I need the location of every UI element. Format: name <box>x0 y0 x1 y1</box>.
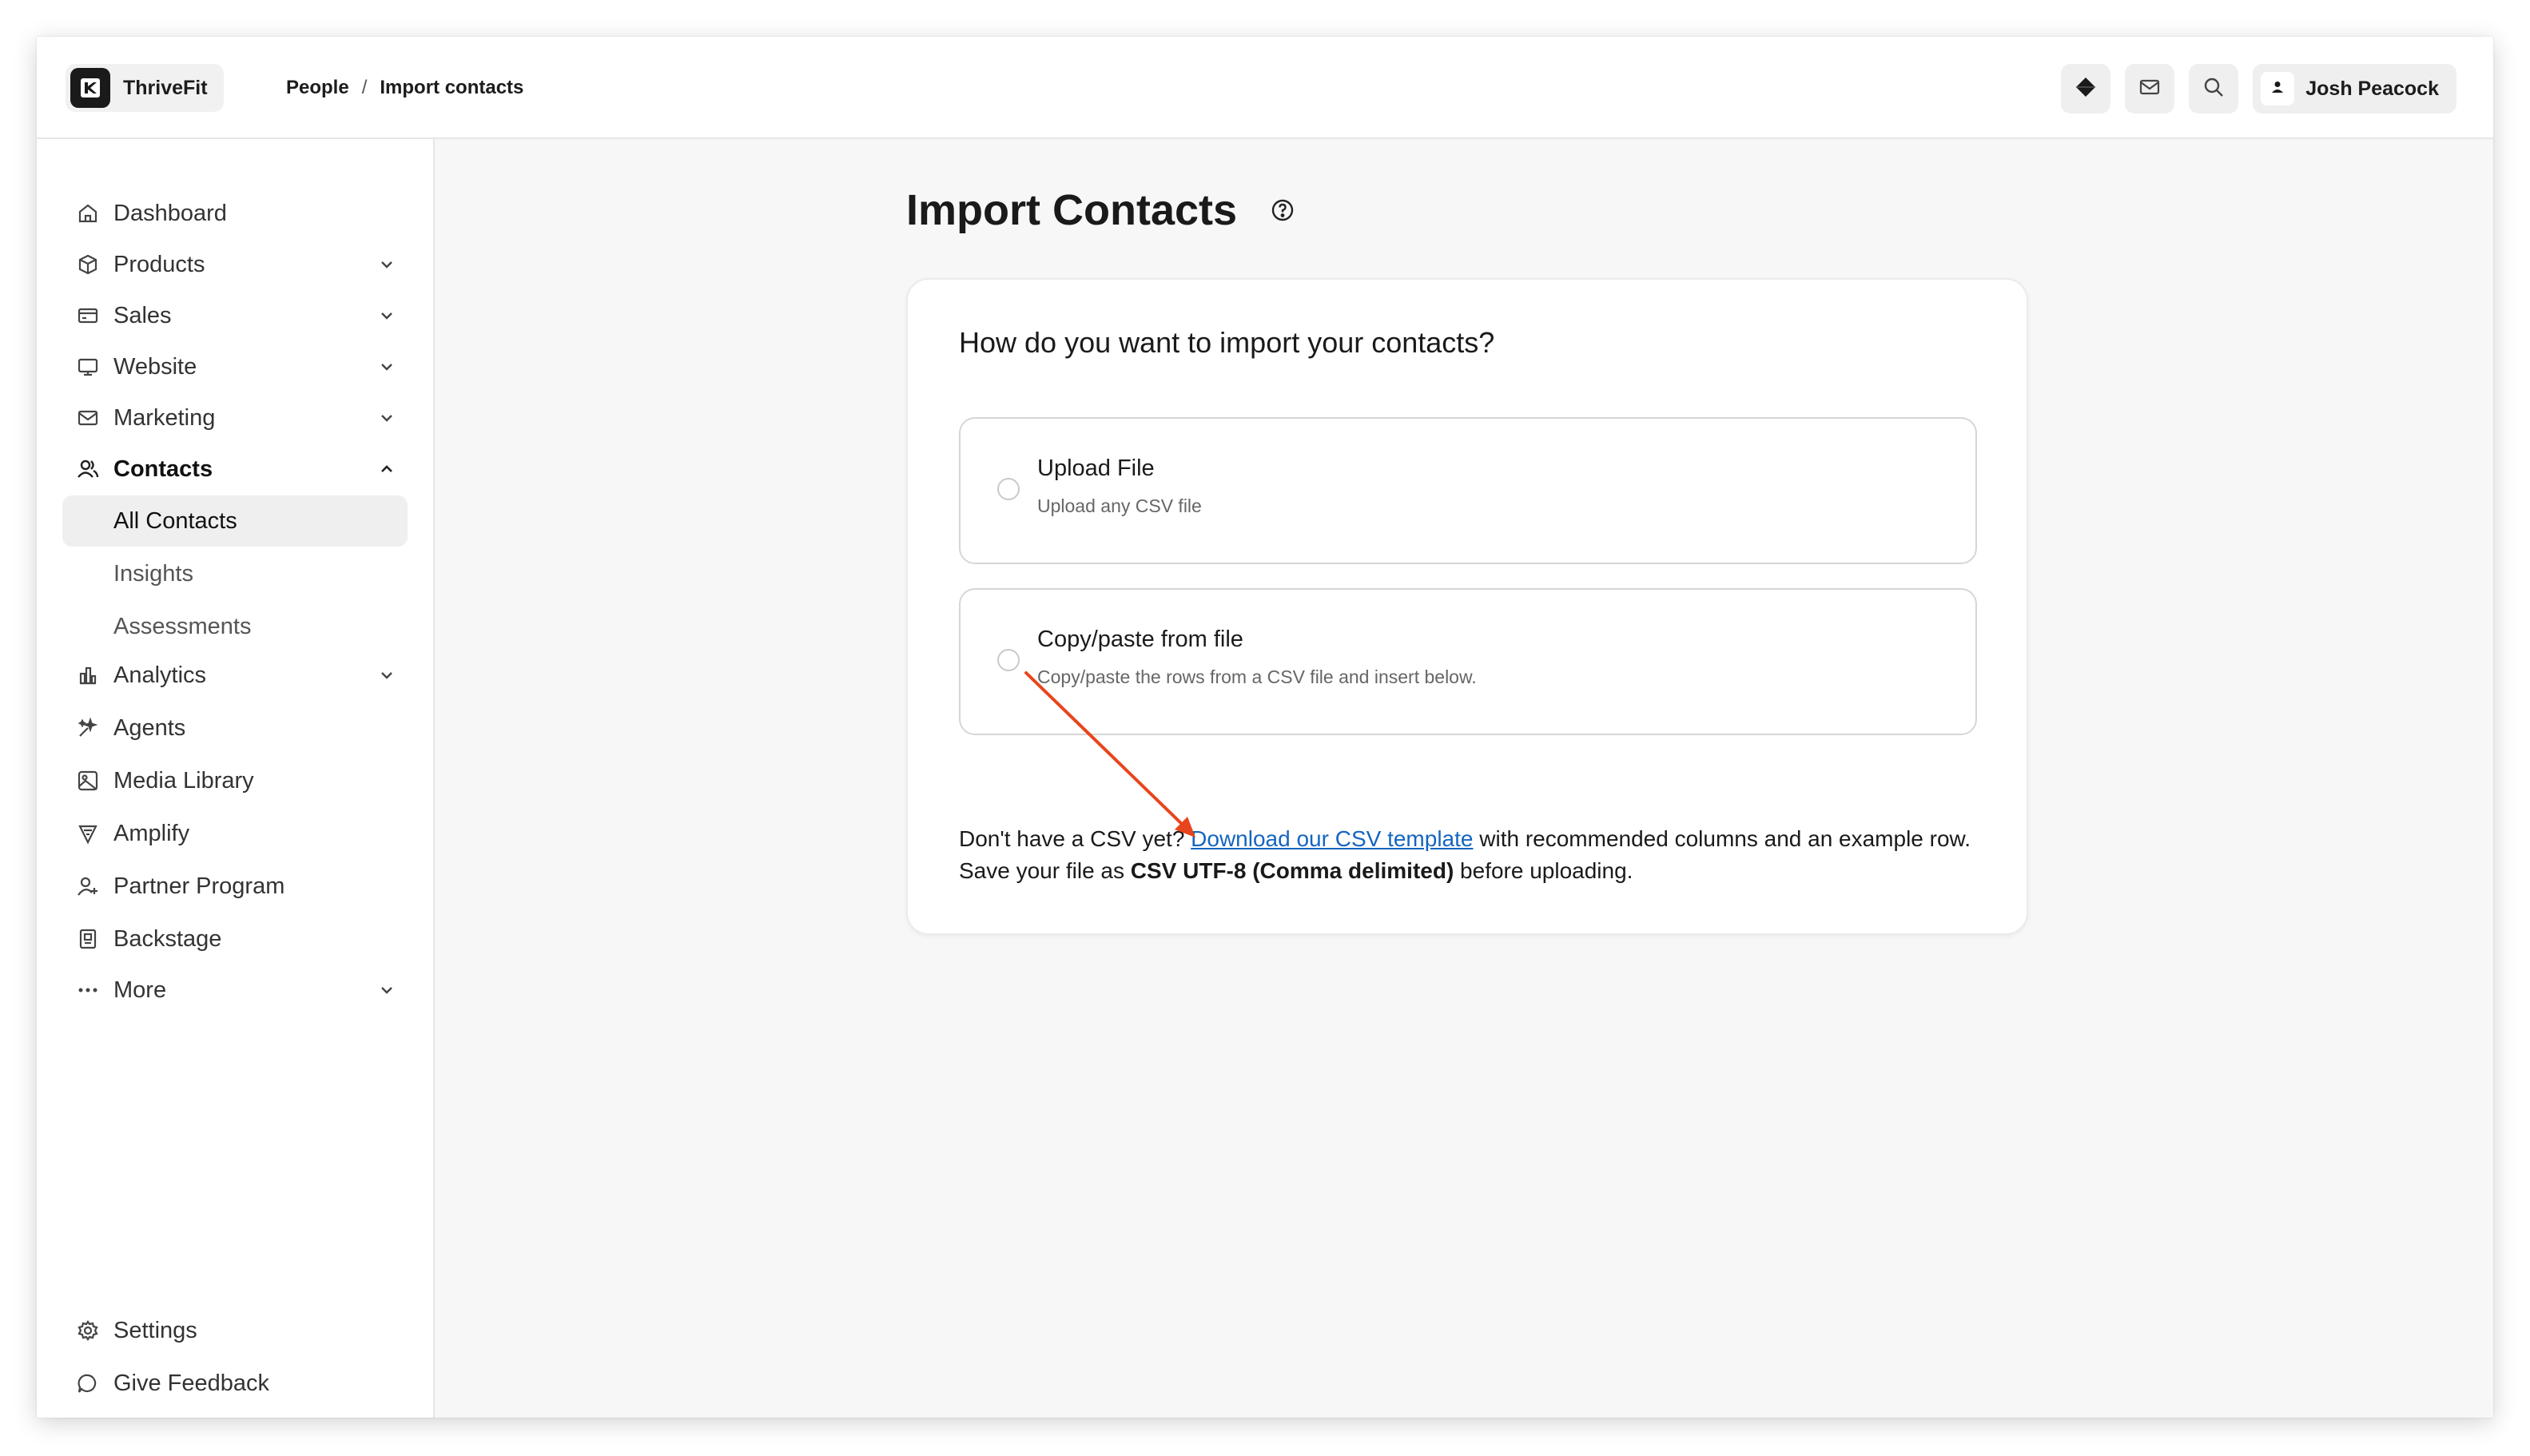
sidebar-item-label: Agents <box>113 714 186 741</box>
option-title: Copy/paste from file <box>1037 627 1243 652</box>
sidebar: Dashboard Products Sales Website Marketi… <box>37 139 435 1418</box>
sidebar-item-label: Analytics <box>113 662 207 688</box>
help-circle-icon[interactable] <box>1269 197 1296 224</box>
sidebar-item-label: Amplify <box>113 820 190 846</box>
help-suffix: before uploading. <box>1454 858 1633 883</box>
brand-name: ThriveFit <box>123 76 208 99</box>
sidebar-subitem-label: All Contacts <box>113 507 237 534</box>
mail-icon <box>75 405 101 431</box>
sidebar-item-label: Partner Program <box>113 873 285 899</box>
chevron-up-icon[interactable] <box>376 458 398 480</box>
card-icon <box>75 303 101 328</box>
sidebar-item-give-feedback[interactable]: Give Feedback <box>62 1359 408 1408</box>
sidebar-subitem-label: Insights <box>113 560 193 587</box>
user-plus-icon <box>75 873 101 899</box>
page-title-text: Import Contacts <box>906 186 1238 234</box>
sidebar-item-partner-program[interactable]: Partner Program <box>62 861 408 911</box>
sidebar-item-agents[interactable]: Agents <box>62 703 408 753</box>
sidebar-item-website[interactable]: Website <box>62 342 408 392</box>
gear-icon <box>75 1318 101 1343</box>
chevron-down-icon[interactable] <box>376 304 398 327</box>
sidebar-item-backstage[interactable]: Backstage <box>62 914 408 964</box>
sidebar-item-sales[interactable]: Sales <box>62 291 408 340</box>
sidebar-item-label: Dashboard <box>113 200 227 226</box>
chevron-down-icon[interactable] <box>376 407 398 429</box>
user-name: Josh Peacock <box>2305 77 2439 100</box>
sidebar-item-label: Website <box>113 353 197 380</box>
option-title: Upload File <box>1037 455 1155 481</box>
workspace-switcher[interactable]: ThriveFit <box>66 64 224 112</box>
chat-bubble-icon <box>75 1370 101 1396</box>
chevron-down-icon[interactable] <box>376 356 398 378</box>
sparkle-icon <box>75 715 101 741</box>
search-button[interactable] <box>2189 64 2239 113</box>
user-icon <box>2269 78 2285 101</box>
chevron-down-icon[interactable] <box>376 979 398 1001</box>
option-description: Copy/paste the rows from a CSV file and … <box>1037 666 1477 687</box>
sidebar-item-media-library[interactable]: Media Library <box>62 756 408 806</box>
breadcrumb: People / Import contacts <box>286 72 523 104</box>
bar-chart-icon <box>75 662 101 688</box>
sidebar-item-label: Marketing <box>113 404 216 431</box>
sidebar-item-dashboard[interactable]: Dashboard <box>62 189 408 238</box>
sidebar-subitem-insights[interactable]: Insights <box>62 548 408 599</box>
import-question: How do you want to import your contacts? <box>959 326 1495 359</box>
inbox-button[interactable] <box>2125 64 2175 113</box>
sidebar-item-settings[interactable]: Settings <box>62 1306 408 1355</box>
monitor-icon <box>75 354 101 380</box>
csv-format-name: CSV UTF-8 (Comma delimited) <box>1130 858 1454 883</box>
box-icon <box>75 252 101 277</box>
sidebar-item-label: Media Library <box>113 767 254 794</box>
sidebar-item-amplify[interactable]: Amplify <box>62 809 408 858</box>
diamond-button[interactable] <box>2061 64 2111 113</box>
ellipsis-icon <box>75 977 101 1003</box>
sidebar-subitem-assessments[interactable]: Assessments <box>62 601 408 652</box>
avatar <box>2261 72 2295 105</box>
sidebar-item-label: Give Feedback <box>113 1370 270 1396</box>
sidebar-item-label: More <box>113 977 167 1003</box>
sidebar-item-label: Products <box>113 251 205 277</box>
sidebar-item-label: Settings <box>113 1317 197 1343</box>
breadcrumb-current: Import contacts <box>380 77 524 98</box>
option-upload-file[interactable]: Upload File Upload any CSV file <box>959 417 1977 564</box>
brand-logo-icon <box>70 68 110 108</box>
sidebar-item-more[interactable]: More <box>62 965 408 1015</box>
sidebar-item-products[interactable]: Products <box>62 240 408 289</box>
sidebar-subitem-all-contacts[interactable]: All Contacts <box>62 495 408 547</box>
chevron-down-icon[interactable] <box>376 253 398 276</box>
download-csv-template-link[interactable]: Download our CSV template <box>1191 826 1473 851</box>
option-copy-paste[interactable]: Copy/paste from file Copy/paste the rows… <box>959 588 1977 735</box>
page-title: Import Contacts <box>906 185 1296 235</box>
app-window: ThriveFit People / Import contacts Josh … <box>37 37 2493 1418</box>
diamond-icon <box>2074 75 2098 103</box>
top-actions: Josh Peacock <box>2061 64 2456 113</box>
badge-icon <box>75 926 101 952</box>
breadcrumb-separator: / <box>361 77 368 98</box>
mail-icon <box>2138 76 2161 102</box>
sidebar-item-label: Sales <box>113 302 172 328</box>
megaphone-icon <box>75 821 101 846</box>
sidebar-item-label: Backstage <box>113 925 222 952</box>
home-icon <box>75 201 101 226</box>
user-menu-button[interactable]: Josh Peacock <box>2253 64 2456 113</box>
sidebar-item-contacts[interactable]: Contacts <box>62 444 408 494</box>
image-icon <box>75 768 101 794</box>
radio-upload-file[interactable] <box>997 478 1020 500</box>
sidebar-subitem-label: Assessments <box>113 613 252 639</box>
top-bar: ThriveFit People / Import contacts Josh … <box>37 37 2493 139</box>
csv-help-text: Don't have a CSV yet? Download our CSV t… <box>959 823 1974 887</box>
users-icon <box>75 456 101 482</box>
radio-copy-paste[interactable] <box>997 649 1020 671</box>
help-prefix: Don't have a CSV yet? <box>959 826 1191 851</box>
search-icon <box>2202 76 2225 102</box>
breadcrumb-parent-link[interactable]: People <box>286 77 349 99</box>
import-card: How do you want to import your contacts?… <box>906 278 2028 935</box>
option-description: Upload any CSV file <box>1037 495 1202 516</box>
chevron-down-icon[interactable] <box>376 664 398 686</box>
sidebar-item-marketing[interactable]: Marketing <box>62 393 408 443</box>
sidebar-item-label: Contacts <box>113 455 213 482</box>
sidebar-item-analytics[interactable]: Analytics <box>62 650 408 700</box>
